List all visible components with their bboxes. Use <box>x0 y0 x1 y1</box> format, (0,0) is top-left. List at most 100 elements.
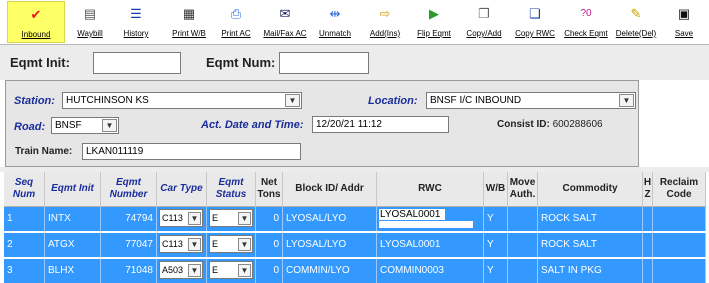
train-name-input[interactable]: LKAN011119 <box>82 143 301 160</box>
delete-del-button[interactable]: ✎ Delete(Del) <box>612 1 660 43</box>
cell-reclaim[interactable] <box>653 233 706 257</box>
cell-init[interactable]: BLHX <box>45 259 101 283</box>
copy-add-button[interactable]: ❐ Copy/Add <box>462 1 506 43</box>
table-row[interactable]: 3 BLHX 71048 A503 ▼ E ▼ 0 COMMIN/LYO COMMIN0003 Y S… <box>4 259 706 283</box>
check-eqmt-icon: ?0 <box>580 8 592 19</box>
cell-tons[interactable]: 0 <box>256 259 283 283</box>
equipment-grid: Seq Num Eqmt Init Eqmt Number Car Type Eqmt … <box>4 172 706 283</box>
car-type-select[interactable]: C113 ▼ <box>159 209 203 227</box>
print-ac-button[interactable]: ⎙ Print AC <box>217 1 255 43</box>
chevron-down-icon[interactable]: ▼ <box>102 119 117 132</box>
cell-seq[interactable]: 1 <box>4 207 45 231</box>
column-header[interactable]: H Z <box>643 172 653 207</box>
cell-wb[interactable]: Y <box>484 207 508 231</box>
column-header[interactable]: Commodity <box>538 172 643 207</box>
chevron-down-icon[interactable]: ▼ <box>285 94 300 107</box>
cell-seq[interactable]: 2 <box>4 233 45 257</box>
cell-init[interactable]: ATGX <box>45 233 101 257</box>
eqmt-init-input[interactable] <box>93 52 181 74</box>
cell-wb[interactable]: Y <box>484 233 508 257</box>
select-value: A503 <box>162 265 184 275</box>
cell-wb[interactable]: Y <box>484 259 508 283</box>
chevron-down-icon[interactable]: ▼ <box>238 264 251 277</box>
eqmt-num-input[interactable] <box>279 52 369 74</box>
road-select[interactable]: BNSF ▼ <box>51 117 119 134</box>
column-header[interactable]: Move Auth. <box>508 172 538 207</box>
rwc-edit-field[interactable]: LYOSAL0001 <box>379 209 445 220</box>
cell-commodity[interactable]: ROCK SALT <box>538 207 643 231</box>
add-ins-button[interactable]: ⇨ Add(Ins) <box>364 1 406 43</box>
car-type-select[interactable]: A503 ▼ <box>159 261 203 279</box>
column-header[interactable]: W/B <box>484 172 508 207</box>
cell-commodity[interactable]: SALT IN PKG <box>538 259 643 283</box>
cell-status[interactable]: E ▼ <box>207 259 256 283</box>
unmatch-button[interactable]: ⇹ Unmatch <box>314 1 356 43</box>
eqmt-status-select[interactable]: E ▼ <box>209 209 253 227</box>
mail-fax-ac-button[interactable]: ✉ Mail/Fax AC <box>260 1 310 43</box>
cell-block[interactable]: COMMIN/LYO <box>283 259 377 283</box>
cell-car-type[interactable]: A503 ▼ <box>157 259 207 283</box>
column-header[interactable]: Net Tons <box>256 172 283 207</box>
cell-move[interactable] <box>508 233 538 257</box>
table-row[interactable]: 1 INTX 74794 C113 ▼ E ▼ 0 LYOSAL/LYO LYOSAL0001 Y R… <box>4 207 706 231</box>
cell-init[interactable]: INTX <box>45 207 101 231</box>
cell-rwc[interactable]: LYOSAL0001 <box>377 233 484 257</box>
column-header[interactable]: Block ID/ Addr <box>283 172 377 207</box>
toolbar-button-label: Copy RWC <box>515 29 555 38</box>
chevron-down-icon[interactable]: ▼ <box>238 238 251 251</box>
car-type-select[interactable]: C113 ▼ <box>159 235 203 253</box>
cell-tons[interactable]: 0 <box>256 233 283 257</box>
waybill-button[interactable]: ▤ Waybill <box>69 1 111 43</box>
column-header[interactable]: Car Type <box>157 172 207 207</box>
cell-car-type[interactable]: C113 ▼ <box>157 233 207 257</box>
cell-status[interactable]: E ▼ <box>207 233 256 257</box>
table-row[interactable]: 2 ATGX 77047 C113 ▼ E ▼ 0 LYOSAL/LYO LYOSAL0001 Y R… <box>4 233 706 257</box>
chevron-down-icon[interactable]: ▼ <box>238 212 251 225</box>
chevron-down-icon[interactable]: ▼ <box>188 238 201 251</box>
column-header[interactable]: Eqmt Number <box>101 172 157 207</box>
cell-reclaim[interactable] <box>653 259 706 283</box>
cell-status[interactable]: E ▼ <box>207 207 256 231</box>
column-header[interactable]: Reclaim Code <box>653 172 706 207</box>
inbound-button[interactable]: ✔ Inbound <box>7 1 65 43</box>
cell-hz[interactable] <box>643 259 653 283</box>
column-header[interactable]: Seq Num <box>4 172 45 207</box>
act-date-input[interactable]: 12/20/21 11:12 <box>312 116 449 133</box>
cell-block[interactable]: LYOSAL/LYO <box>283 233 377 257</box>
column-header[interactable]: Eqmt Init <box>45 172 101 207</box>
chevron-down-icon[interactable]: ▼ <box>188 212 201 225</box>
cell-rwc[interactable]: LYOSAL0001 <box>377 207 484 231</box>
chevron-down-icon[interactable]: ▼ <box>188 264 201 277</box>
save-button[interactable]: ▣ Save <box>664 1 704 43</box>
chevron-down-icon[interactable]: ▼ <box>619 94 634 107</box>
location-select[interactable]: BNSF I/C INBOUND ▼ <box>426 92 636 109</box>
history-button[interactable]: ☰ History <box>115 1 157 43</box>
cell-number[interactable]: 77047 <box>101 233 157 257</box>
toolbar-button-label: Waybill <box>77 29 103 38</box>
copy-rwc-button[interactable]: ❏ Copy RWC <box>512 1 558 43</box>
cell-car-type[interactable]: C113 ▼ <box>157 207 207 231</box>
cell-tons[interactable]: 0 <box>256 207 283 231</box>
column-header[interactable]: Eqmt Status <box>207 172 256 207</box>
cell-hz[interactable] <box>643 233 653 257</box>
eqmt-status-select[interactable]: E ▼ <box>209 261 253 279</box>
column-header[interactable]: RWC <box>377 172 484 207</box>
station-select[interactable]: HUTCHINSON KS ▼ <box>62 92 302 109</box>
cell-move[interactable] <box>508 259 538 283</box>
flip-eqmt-button[interactable]: ▶ Flip Eqmt <box>413 1 455 43</box>
print-w-b-button[interactable]: ▦ Print W/B <box>165 1 213 43</box>
cell-move[interactable] <box>508 207 538 231</box>
check-eqmt-button[interactable]: ?0 Check Eqmt <box>562 1 610 43</box>
station-label: Station: <box>14 95 55 107</box>
cell-hz[interactable] <box>643 207 653 231</box>
eqmt-init-label: Eqmt Init: <box>10 55 70 70</box>
cell-block[interactable]: LYOSAL/LYO <box>283 207 377 231</box>
cell-commodity[interactable]: ROCK SALT <box>538 233 643 257</box>
cell-number[interactable]: 74794 <box>101 207 157 231</box>
cell-number[interactable]: 71048 <box>101 259 157 283</box>
eqmt-status-select[interactable]: E ▼ <box>209 235 253 253</box>
cell-seq[interactable]: 3 <box>4 259 45 283</box>
cell-reclaim[interactable] <box>653 207 706 231</box>
cell-rwc[interactable]: COMMIN0003 <box>377 259 484 283</box>
flip-icon: ▶ <box>429 6 439 21</box>
